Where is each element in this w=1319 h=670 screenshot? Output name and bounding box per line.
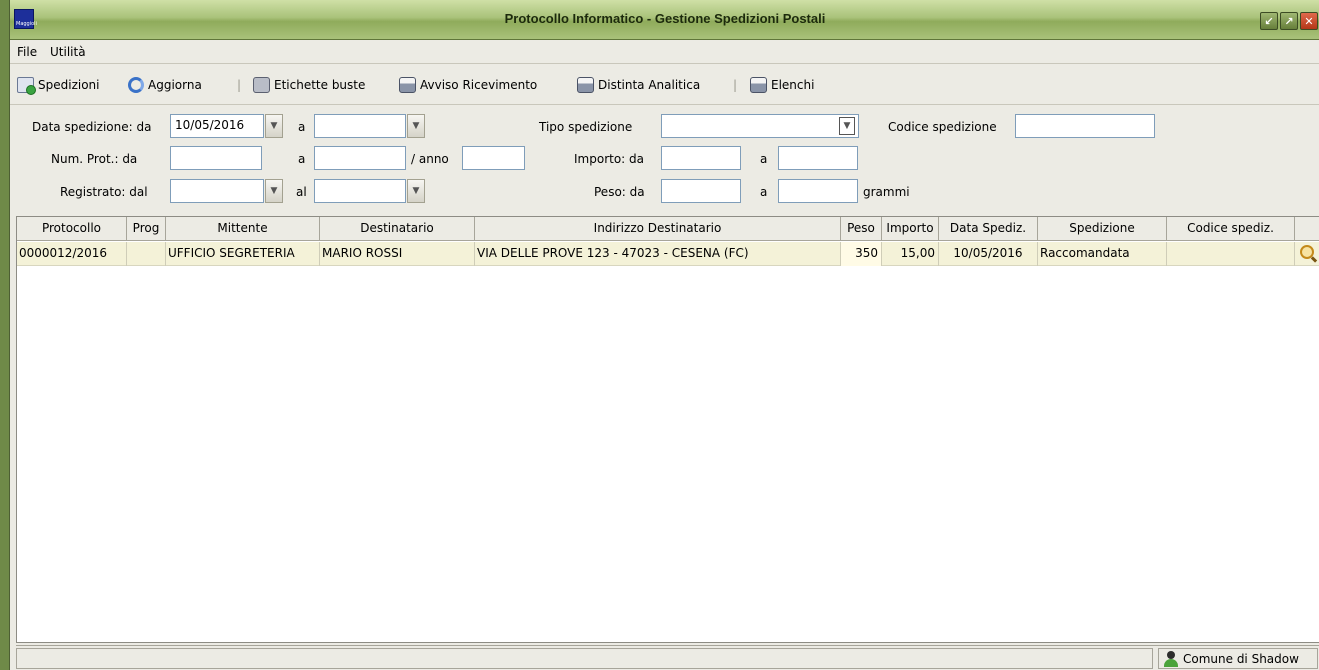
data-spedizione-label: Data spedizione: da (32, 120, 152, 134)
data-spedizione-da-input[interactable]: 10/05/2016 (170, 114, 264, 138)
cell-destinatario: MARIO ROSSI (320, 242, 475, 266)
close-button[interactable]: ✕ (1300, 12, 1318, 30)
registrato-dal-dropdown[interactable]: ▼ (265, 179, 283, 203)
data-spedizione-a-dropdown[interactable]: ▼ (407, 114, 425, 138)
cell-prog (127, 242, 166, 266)
column-header-importo[interactable]: Importo (882, 217, 939, 241)
registrato-al-input[interactable] (314, 179, 406, 203)
column-header-protocollo[interactable]: Protocollo (17, 217, 127, 241)
peso-a-input[interactable] (778, 179, 858, 203)
anno-label: / anno (411, 152, 449, 166)
toolbar-separator: | (733, 78, 738, 92)
status-user-name: Comune di Shadow (1183, 651, 1299, 666)
a-label: a (760, 185, 768, 199)
al-label: al (296, 185, 307, 199)
data-spedizione-da-dropdown[interactable]: ▼ (265, 114, 283, 138)
cell-importo: 15,00 (882, 242, 939, 266)
column-header-mittente[interactable]: Mittente (166, 217, 320, 241)
codice-spedizione-label: Codice spedizione (888, 120, 997, 134)
importo-da-input[interactable] (661, 146, 741, 170)
tipo-spedizione-dropdown[interactable]: ▼ (839, 117, 855, 135)
label-icon (253, 77, 270, 93)
cell-protocollo: 0000012/2016 (17, 242, 127, 266)
printer-icon (750, 77, 767, 93)
maximize-button[interactable]: ↗ (1280, 12, 1298, 30)
filter-panel: Data spedizione: da 10/05/2016 ▼ a ▼ Tip… (10, 106, 1319, 214)
title-bar[interactable]: Maggioli Protocollo Informatico - Gestio… (10, 0, 1319, 40)
a-label: a (298, 120, 306, 134)
cell-actions (1295, 242, 1319, 266)
window-title: Protocollo Informatico - Gestione Spediz… (504, 11, 826, 26)
column-header-data-spediz[interactable]: Data Spediz. (939, 217, 1038, 241)
codice-spedizione-input[interactable] (1015, 114, 1155, 138)
spedizioni-table[interactable]: Protocollo Prog Mittente Destinatario In… (16, 216, 1319, 643)
avviso-ricevimento-button[interactable]: Avviso Ricevimento (399, 77, 537, 93)
column-header-indirizzo[interactable]: Indirizzo Destinatario (475, 217, 841, 241)
new-envelope-icon (17, 77, 36, 95)
printer-icon (577, 77, 594, 93)
cell-spedizione: Raccomandata (1038, 242, 1167, 266)
column-header-prog[interactable]: Prog (127, 217, 166, 241)
num-prot-a-input[interactable] (314, 146, 406, 170)
a-label: a (760, 152, 768, 166)
toolbar: Spedizioni Aggiorna | Etichette buste Av… (10, 65, 1319, 105)
status-user-panel: Comune di Shadow (1158, 648, 1318, 669)
column-header-actions (1295, 217, 1319, 241)
num-prot-label: Num. Prot.: da (51, 152, 138, 166)
data-spedizione-a-input[interactable] (314, 114, 406, 138)
table-header: Protocollo Prog Mittente Destinatario In… (17, 217, 1319, 241)
distinta-analitica-button[interactable]: Distinta Analitica (577, 77, 700, 93)
minimize-button[interactable]: ↙ (1260, 12, 1278, 30)
toolbar-separator: | (237, 78, 242, 92)
anno-input[interactable] (462, 146, 525, 170)
registrato-al-dropdown[interactable]: ▼ (407, 179, 425, 203)
spedizioni-button[interactable]: Spedizioni (17, 77, 99, 95)
column-header-peso[interactable]: Peso (841, 217, 882, 241)
refresh-icon (128, 77, 144, 93)
grammi-label: grammi (863, 185, 910, 199)
tipo-spedizione-label: Tipo spedizione (539, 120, 633, 134)
importo-label: Importo: da (574, 152, 644, 166)
registrato-label: Registrato: dal (60, 185, 148, 199)
cell-codice-spediz (1167, 242, 1295, 266)
cell-mittente: UFFICIO SEGRETERIA (166, 242, 320, 266)
peso-label: Peso: da (594, 185, 645, 199)
cell-peso[interactable]: 350 (841, 242, 882, 266)
cell-indirizzo: VIA DELLE PROVE 123 - 47023 - CESENA (FC… (475, 242, 841, 266)
menu-bar: File Utilità (10, 40, 1319, 64)
main-window: Maggioli Protocollo Informatico - Gestio… (9, 0, 1319, 670)
a-label: a (298, 152, 306, 166)
column-header-spedizione[interactable]: Spedizione (1038, 217, 1167, 241)
importo-a-input[interactable] (778, 146, 858, 170)
magnifier-icon[interactable] (1300, 245, 1314, 259)
status-message-area (16, 648, 1153, 669)
registrato-dal-input[interactable] (170, 179, 264, 203)
elenchi-button[interactable]: Elenchi (750, 77, 814, 93)
status-bar: Comune di Shadow (16, 645, 1319, 670)
menu-file[interactable]: File (17, 45, 37, 59)
column-header-codice-spediz[interactable]: Codice spediz. (1167, 217, 1295, 241)
user-icon (1163, 650, 1179, 667)
column-header-destinatario[interactable]: Destinatario (320, 217, 475, 241)
peso-da-input[interactable] (661, 179, 741, 203)
tipo-spedizione-select[interactable] (661, 114, 859, 138)
cell-data-spediz: 10/05/2016 (939, 242, 1038, 266)
printer-icon (399, 77, 416, 93)
table-row[interactable]: 0000012/2016 UFFICIO SEGRETERIA MARIO RO… (17, 242, 1319, 266)
etichette-buste-button[interactable]: Etichette buste (253, 77, 365, 93)
num-prot-da-input[interactable] (170, 146, 262, 170)
menu-utilita[interactable]: Utilità (50, 45, 86, 59)
aggiorna-button[interactable]: Aggiorna (128, 77, 202, 93)
